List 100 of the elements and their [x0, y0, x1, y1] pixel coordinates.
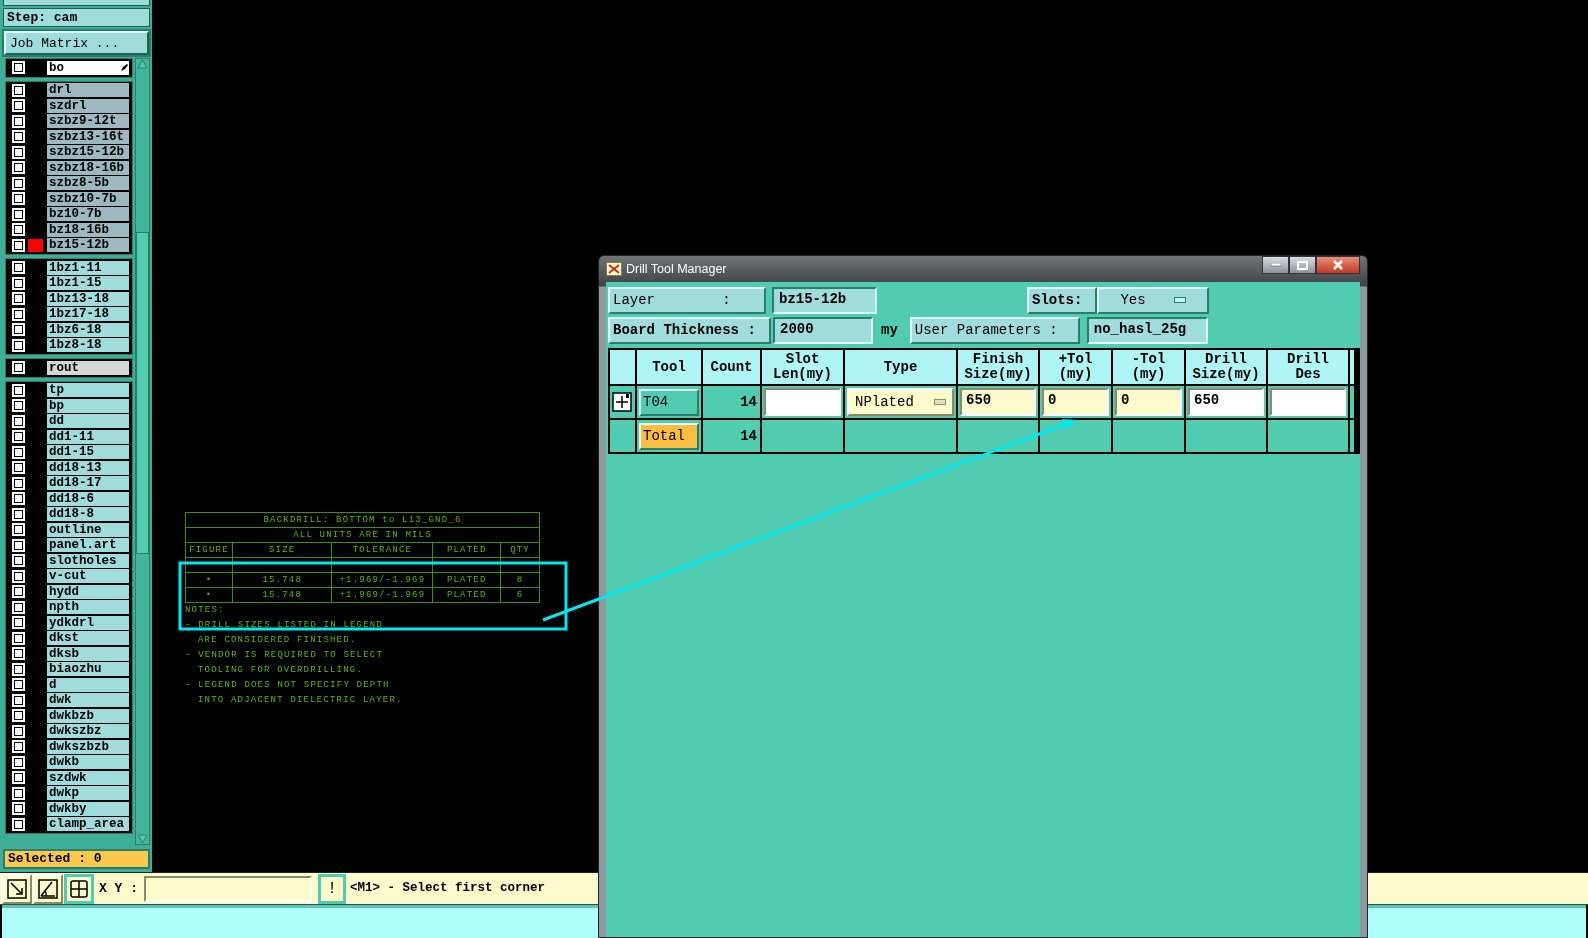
tool-button[interactable]: T04 — [639, 388, 699, 416]
layer-name[interactable]: bz15-12b — [47, 238, 129, 252]
coordinate-input[interactable] — [144, 875, 312, 902]
checkbox[interactable] — [12, 176, 25, 190]
checkbox[interactable] — [12, 662, 25, 676]
layer-name[interactable]: dd — [47, 414, 129, 428]
layer-name[interactable]: dwkb — [47, 755, 129, 769]
layer-name[interactable]: dwkszbz — [47, 724, 129, 738]
checkbox[interactable] — [12, 130, 25, 143]
layer-name[interactable]: szbz10-7b — [47, 191, 129, 206]
layer-name[interactable]: 1bz6-18 — [47, 322, 129, 337]
checkbox[interactable] — [12, 616, 25, 629]
layer-name[interactable]: 1bz13-18 — [47, 291, 129, 306]
layer-name[interactable]: d — [47, 677, 129, 692]
checkbox[interactable] — [12, 678, 25, 691]
layer-name[interactable]: dd1-15 — [47, 445, 129, 459]
type-dropdown[interactable]: NPlated — [847, 388, 954, 416]
layer-name[interactable]: dd1-11 — [47, 429, 129, 444]
layer-label[interactable]: Layer : — [608, 286, 766, 314]
checkbox[interactable] — [12, 755, 25, 769]
zoom-tool-button[interactable] — [2, 873, 32, 904]
checkbox[interactable] — [12, 261, 25, 274]
checkbox[interactable] — [12, 161, 25, 174]
layer-name[interactable]: bz10-7b — [47, 207, 129, 221]
layer-name[interactable]: npth — [47, 600, 129, 614]
checkbox[interactable] — [12, 492, 25, 505]
checkbox[interactable] — [12, 693, 25, 707]
minimize-button[interactable] — [1262, 256, 1289, 274]
checkbox[interactable] — [12, 585, 25, 598]
checkbox[interactable] — [12, 647, 25, 660]
checkbox[interactable] — [12, 771, 25, 784]
checkbox[interactable] — [12, 61, 25, 74]
slots-dropdown[interactable]: Yes — [1097, 286, 1209, 314]
checkbox[interactable] — [12, 361, 25, 374]
layer-name[interactable]: drl — [47, 83, 129, 97]
layer-name[interactable]: szbz15-12b — [47, 145, 129, 159]
checkbox[interactable] — [12, 476, 25, 490]
checkbox[interactable] — [12, 507, 25, 521]
checkbox[interactable] — [12, 740, 25, 753]
checkbox[interactable] — [12, 569, 25, 583]
layer-name[interactable]: dwkp — [47, 786, 129, 800]
layer-name[interactable]: ydkdrl — [47, 615, 129, 630]
checkbox[interactable] — [12, 523, 25, 536]
layer-name[interactable]: szbz9-12t — [47, 114, 129, 128]
layer-name[interactable]: 1bz1-11 — [47, 260, 129, 275]
layer-name[interactable]: dd18-6 — [47, 491, 129, 506]
input-field[interactable]: 0 — [1115, 388, 1182, 416]
layer-name[interactable]: dd18-17 — [47, 476, 129, 490]
layer-name[interactable]: szdwk — [47, 770, 129, 785]
checkbox[interactable] — [12, 631, 25, 645]
layer-name[interactable]: dwkbzb — [47, 708, 129, 723]
exclamation-button[interactable]: ! — [318, 873, 346, 904]
checkbox[interactable] — [12, 399, 25, 412]
layer-name[interactable]: dwkby — [47, 801, 129, 816]
checkbox[interactable] — [12, 238, 25, 252]
checkbox[interactable] — [12, 786, 25, 800]
checkbox[interactable] — [12, 538, 25, 552]
checkbox[interactable] — [12, 461, 25, 474]
thickness-field[interactable]: 2000 — [773, 316, 873, 344]
layer-name[interactable]: 1bz8-18 — [47, 338, 129, 352]
layer-name[interactable]: v-cut — [47, 569, 129, 583]
layer-name[interactable]: outline — [47, 522, 129, 537]
input-field[interactable]: 650 — [960, 388, 1036, 416]
layer-name[interactable]: dwk — [47, 693, 129, 707]
layer-name[interactable]: biaozhu — [47, 662, 129, 676]
checkbox[interactable] — [12, 145, 25, 159]
maximize-button[interactable] — [1289, 256, 1316, 274]
total-button[interactable]: Total — [639, 422, 699, 450]
layer-name[interactable]: dwkszbzb — [47, 739, 129, 754]
layer-name[interactable]: 1bz17-18 — [47, 307, 129, 321]
checkbox[interactable] — [12, 114, 25, 128]
checkbox[interactable] — [12, 802, 25, 815]
checkbox[interactable] — [12, 276, 25, 290]
expand-icon[interactable] — [612, 392, 632, 412]
layer-name[interactable]: rout — [47, 360, 129, 375]
layer-name[interactable]: dd18-8 — [47, 507, 129, 521]
checkbox[interactable] — [12, 600, 25, 614]
checkbox[interactable] — [12, 207, 25, 221]
checkbox[interactable] — [12, 323, 25, 336]
checkbox[interactable] — [12, 383, 25, 397]
layer-name[interactable]: slotholes — [47, 553, 129, 568]
checkbox[interactable] — [12, 83, 25, 97]
checkbox[interactable] — [12, 338, 25, 352]
checkbox[interactable] — [12, 414, 25, 428]
checkbox[interactable] — [12, 724, 25, 738]
close-button[interactable] — [1316, 256, 1360, 274]
user-parameters-field[interactable]: no_hasl_25g — [1086, 316, 1208, 344]
checkbox[interactable] — [12, 307, 25, 321]
checkbox[interactable] — [12, 709, 25, 722]
checkbox[interactable] — [12, 292, 25, 305]
checkbox[interactable] — [12, 817, 25, 831]
layer-name[interactable]: tp — [47, 383, 129, 397]
checkbox[interactable] — [12, 430, 25, 443]
grid-tool-button[interactable] — [64, 873, 94, 904]
layer-name[interactable]: 1bz1-15 — [47, 276, 129, 290]
checkbox[interactable] — [12, 223, 25, 236]
layer-name[interactable]: panel.art — [47, 538, 129, 552]
layer-field[interactable]: bo — [47, 60, 129, 75]
checkbox[interactable] — [12, 192, 25, 205]
layer-name[interactable]: dksb — [47, 646, 129, 661]
